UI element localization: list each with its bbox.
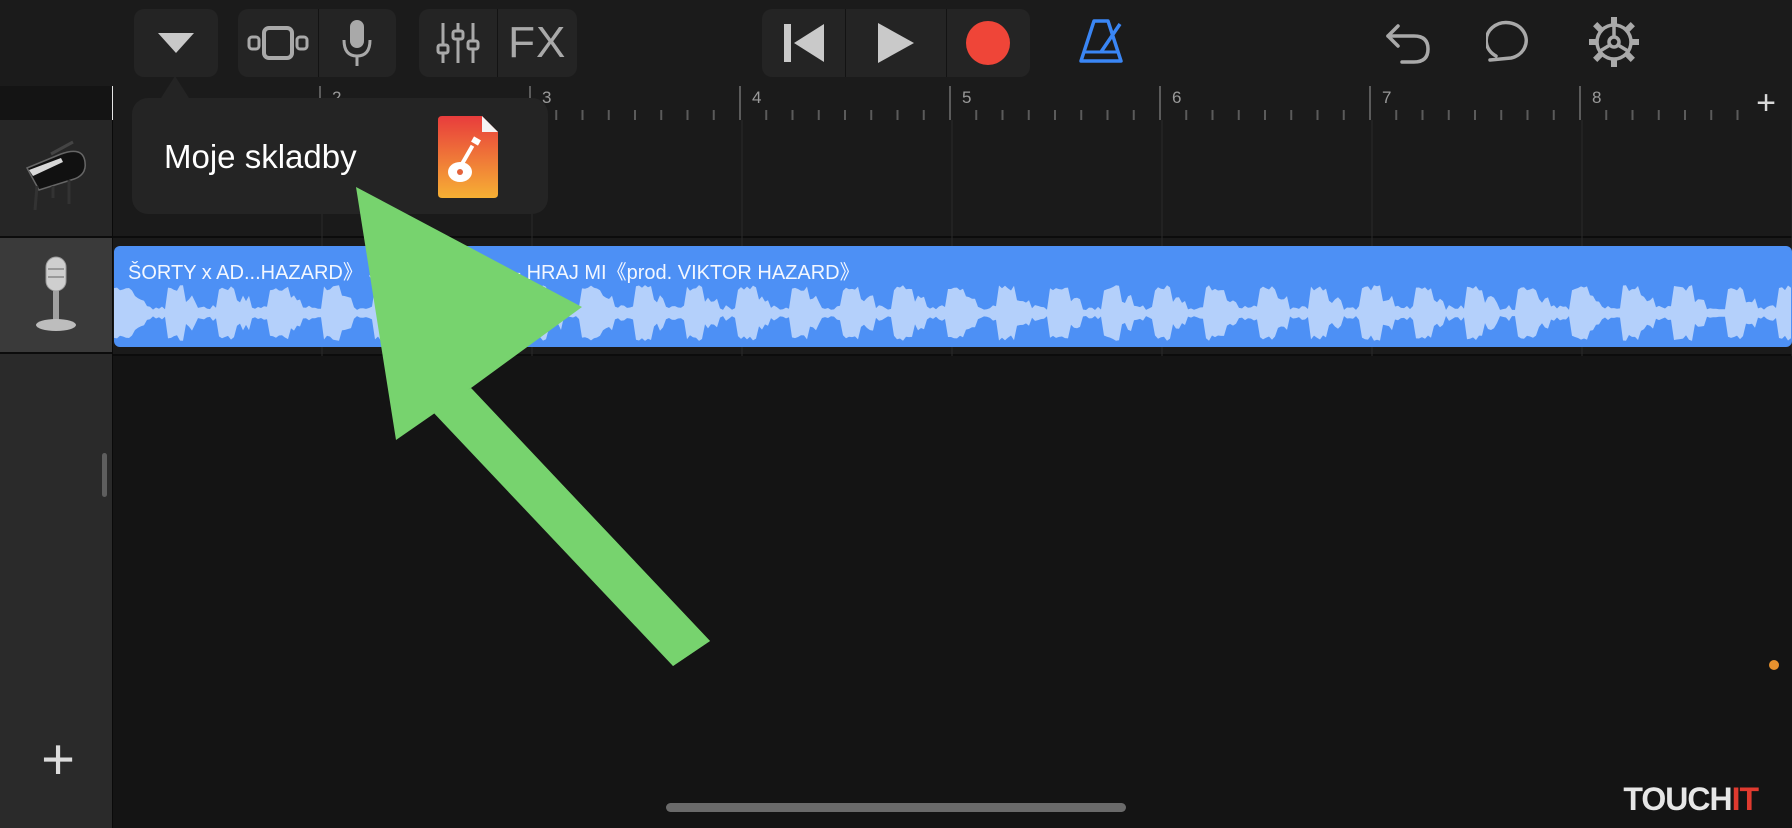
audio-waveform [114, 285, 1791, 341]
go-to-start-icon [783, 24, 824, 62]
grand-piano-icon [25, 140, 86, 211]
loop-browser-button[interactable] [1484, 18, 1536, 71]
add-track-button[interactable]: + [28, 730, 88, 790]
my-songs-popup: Moje skladby [132, 98, 548, 214]
settings-gear-icon [1589, 17, 1639, 67]
plus-icon: + [1756, 84, 1776, 122]
record-button[interactable] [947, 9, 1030, 77]
tracks-view-button[interactable] [238, 9, 319, 77]
bar-number: 5 [962, 88, 972, 107]
bar-grid-lines [321, 120, 1792, 356]
bar-number: 6 [1172, 88, 1182, 107]
bar-number: 8 [1592, 88, 1602, 107]
bar-number: 4 [752, 88, 762, 107]
track-header-piano[interactable] [0, 120, 112, 238]
my-songs-dropdown-group [134, 9, 218, 77]
popup-caret [161, 76, 189, 98]
loop-browser-icon [1484, 20, 1528, 62]
microphone-icon [342, 20, 372, 66]
region-title: ŠORTY x AD...HAZARD》 ŠORTY x ADiss - HRA… [128, 262, 860, 284]
chevron-down-icon [158, 33, 194, 53]
status-dot [1769, 660, 1779, 670]
metronome-icon [1079, 19, 1123, 63]
home-indicator[interactable] [666, 803, 1126, 812]
track-headers: + [0, 120, 113, 828]
my-songs-dropdown-button[interactable] [134, 9, 218, 77]
add-section-button[interactable]: + [1740, 86, 1792, 120]
metronome-button[interactable] [1076, 18, 1126, 69]
audio-recorder-button[interactable] [319, 9, 397, 77]
mixer-button[interactable] [419, 9, 498, 77]
track-header-microphone[interactable] [0, 238, 112, 354]
plus-icon: + [41, 727, 75, 792]
fx-button[interactable]: FX [498, 9, 578, 77]
track-header-resize-handle[interactable] [102, 453, 107, 497]
playhead[interactable] [112, 86, 113, 120]
control-bar: FX [0, 0, 1792, 86]
brand-accent: IT [1731, 781, 1759, 817]
bar-number: 7 [1382, 88, 1392, 107]
view-group [238, 9, 396, 77]
undo-button[interactable] [1384, 18, 1432, 69]
mix-group: FX [419, 9, 577, 77]
settings-button[interactable] [1588, 16, 1640, 73]
undo-icon [1386, 24, 1430, 64]
brand-watermark: TOUCHIT [1623, 781, 1759, 818]
play-button[interactable] [846, 9, 947, 77]
transport-group [762, 9, 1030, 77]
fx-label: FX [508, 18, 567, 67]
record-icon [966, 21, 1011, 65]
garageband-file-icon[interactable] [438, 116, 500, 198]
mixer-sliders-icon [436, 23, 480, 63]
brand-main: TOUCH [1623, 781, 1732, 817]
play-icon [878, 23, 914, 63]
studio-microphone-icon [36, 256, 76, 331]
audio-region[interactable]: ŠORTY x AD...HAZARD》 ŠORTY x ADiss - HRA… [114, 246, 1792, 347]
tracks-view-icon [247, 26, 309, 60]
my-songs-label[interactable]: Moje skladby [164, 138, 357, 176]
go-to-start-button[interactable] [762, 9, 847, 77]
